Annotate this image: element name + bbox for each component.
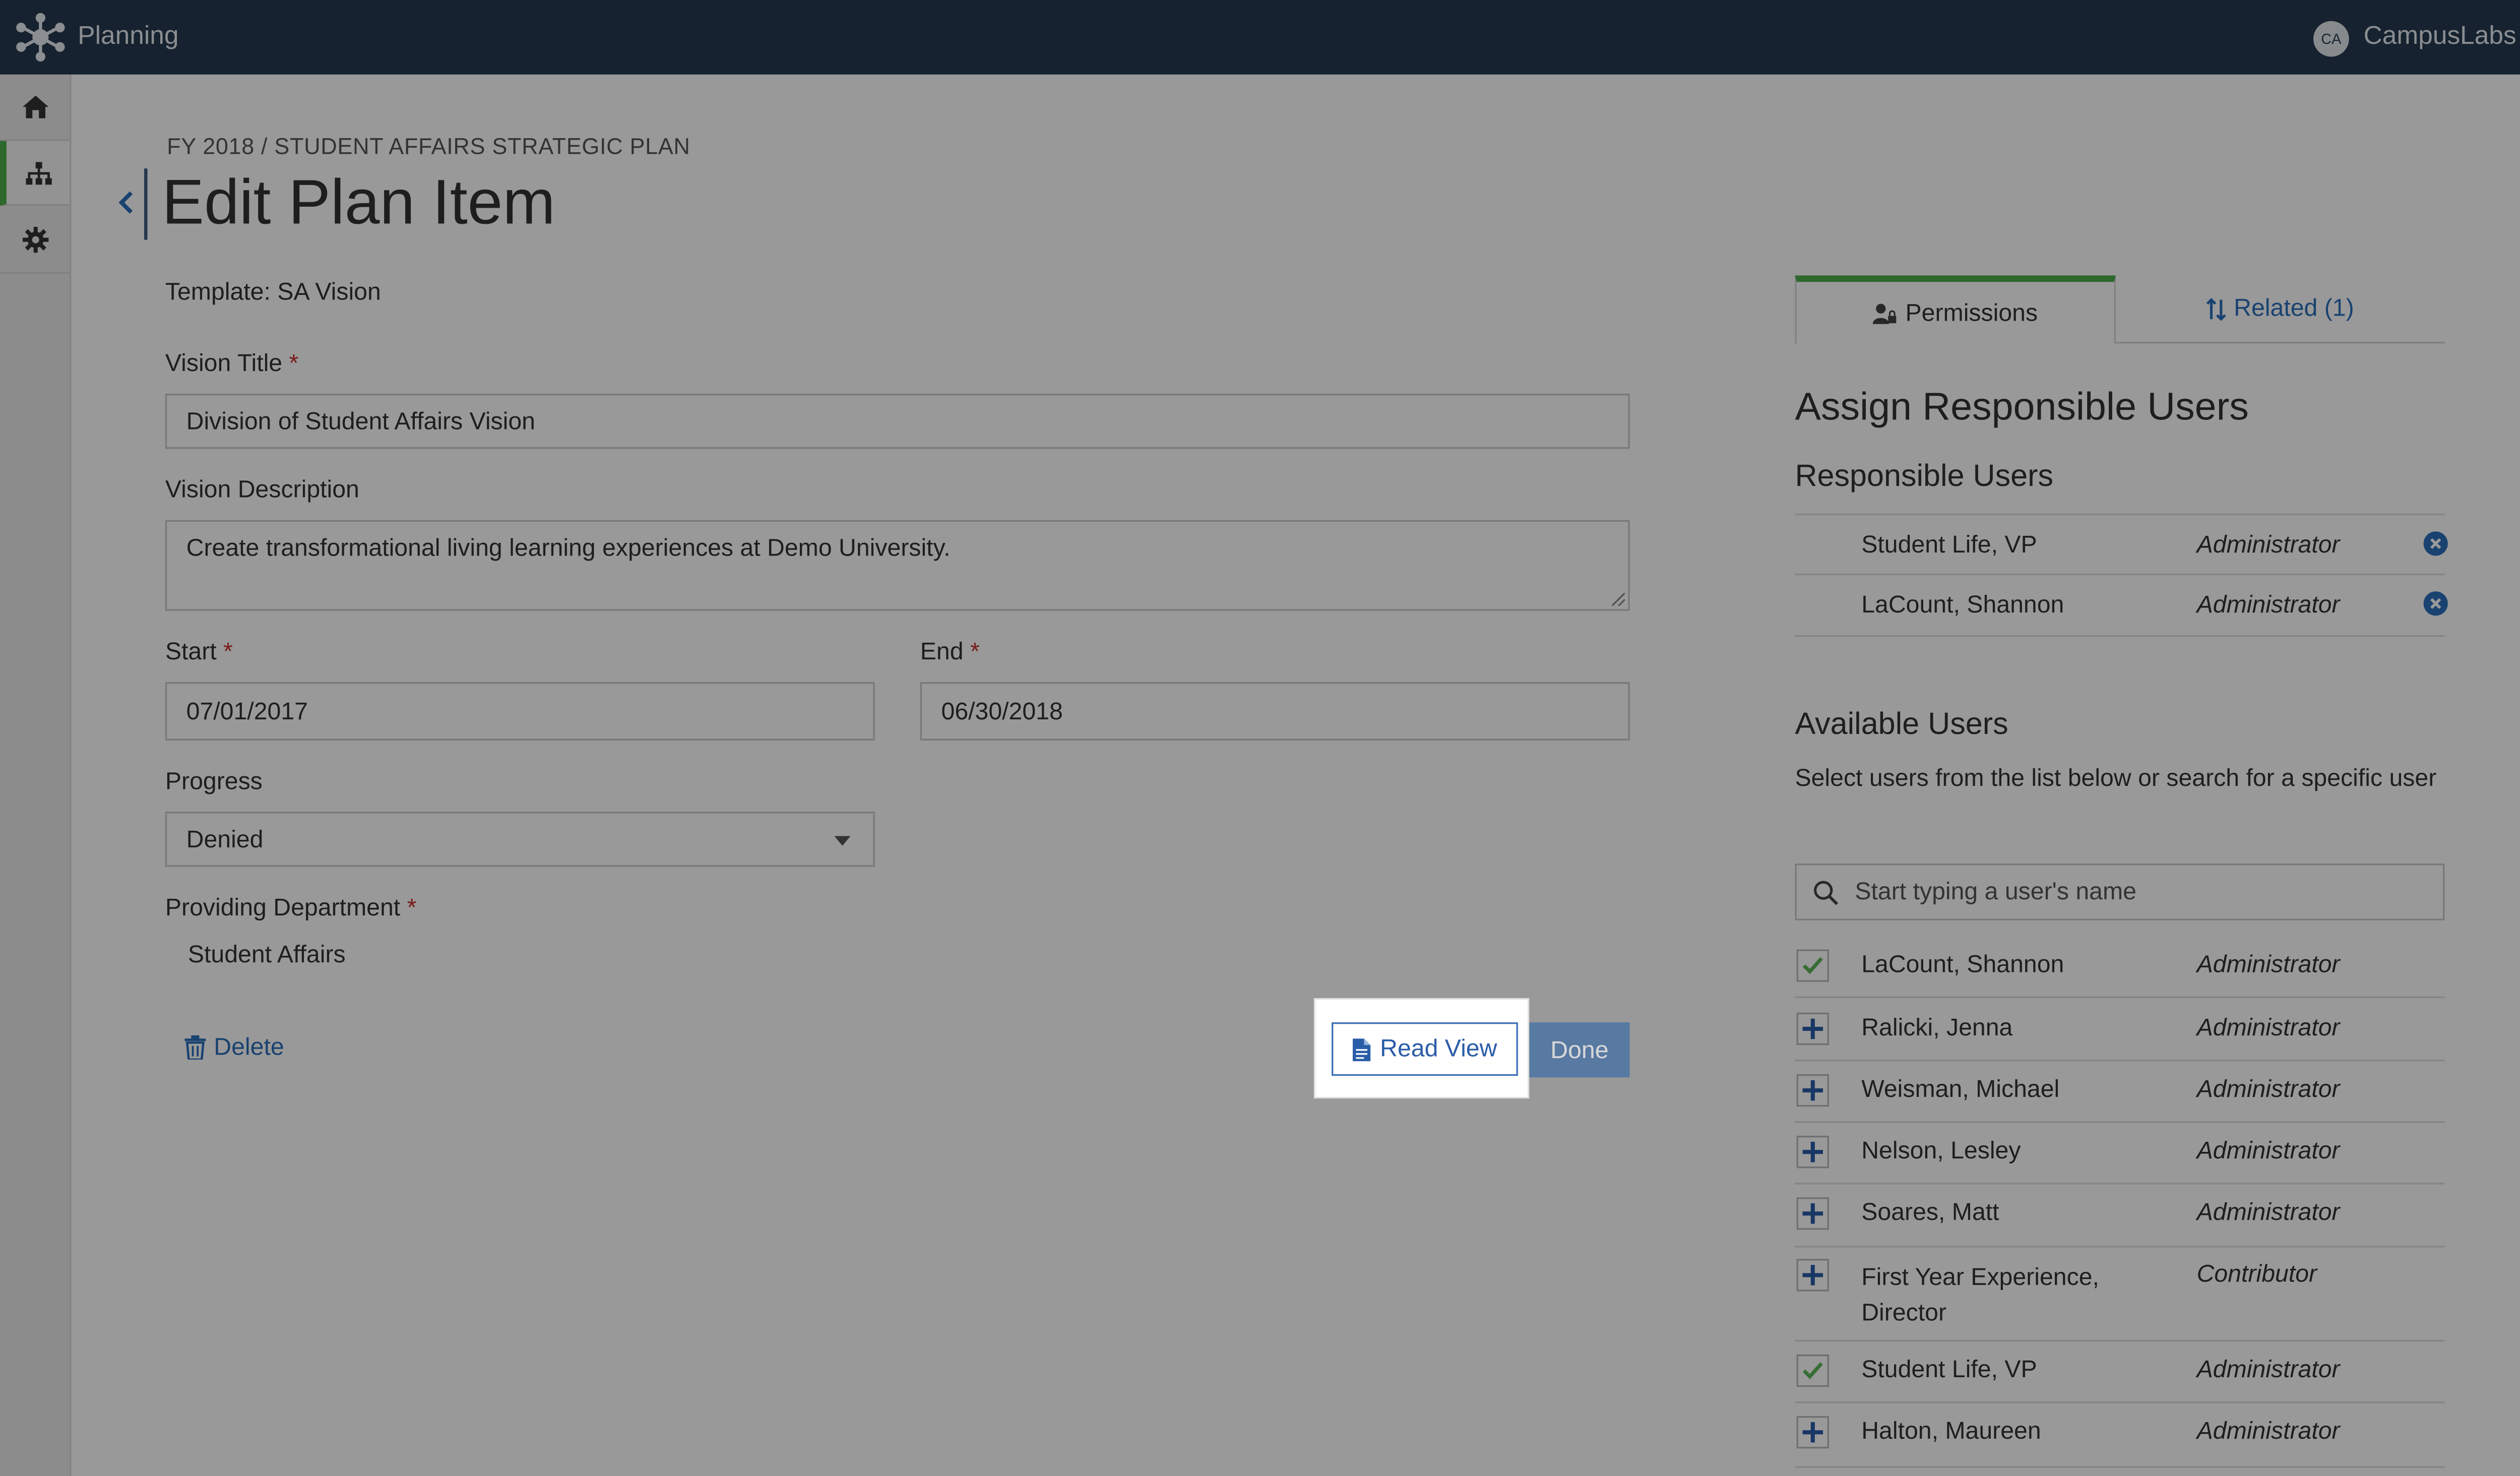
checked-checkbox-icon[interactable] xyxy=(1796,949,1829,982)
page-title: Edit Plan Item xyxy=(162,168,555,238)
available-user-row[interactable]: Nelson, Lesley Administrator xyxy=(1795,1123,2445,1185)
chevron-down-icon xyxy=(834,836,851,846)
available-user-row[interactable]: First Year Experience, Director Contribu… xyxy=(1795,1248,2445,1342)
user-name: First Year Experience, Director xyxy=(1861,1263,2099,1327)
user-name[interactable]: CampusLabs xyxy=(2364,23,2516,52)
tab-related[interactable]: Related (1) xyxy=(2115,275,2445,344)
planning-logo-icon[interactable] xyxy=(15,11,67,63)
done-button[interactable]: Done xyxy=(1529,1022,1630,1078)
available-user-row[interactable]: Weisman, Michael Administrator xyxy=(1795,1061,2445,1123)
progress-label: Progress xyxy=(165,768,263,796)
available-users-help: Select users from the list below or sear… xyxy=(1795,765,2437,792)
tab-permissions[interactable]: Permissions xyxy=(1795,275,2116,344)
add-user-icon[interactable] xyxy=(1796,1074,1829,1107)
tab-related-label: Related (1) xyxy=(2234,294,2354,323)
available-user-row[interactable]: Soares, Matt Administrator xyxy=(1795,1185,2445,1248)
user-name: Soares, Matt xyxy=(1861,1199,1999,1227)
user-name: Halton, Maureen xyxy=(1861,1418,2041,1445)
home-icon xyxy=(22,95,48,118)
user-name: Weisman, Michael xyxy=(1861,1076,2060,1103)
template-label: Template: SA Vision xyxy=(165,278,381,306)
sidebar xyxy=(0,74,72,1476)
user-avatar[interactable]: CA xyxy=(2313,21,2349,57)
user-role: Administrator xyxy=(2196,591,2340,619)
vision-title-label: Vision Title * xyxy=(165,350,299,378)
responsible-user-row: Student Life, VP Administrator xyxy=(1795,513,2448,576)
vision-description-label: Vision Description xyxy=(165,476,359,504)
available-user-row[interactable]: Halton, Maureen Administrator xyxy=(1795,1403,2445,1468)
trash-icon xyxy=(184,1035,206,1060)
back-chevron-icon[interactable] xyxy=(113,187,143,219)
vision-description-textarea[interactable]: Create transformational living learning … xyxy=(165,520,1630,611)
end-date-input[interactable]: 06/30/2018 xyxy=(920,682,1630,741)
user-role: Administrator xyxy=(2196,1199,2340,1227)
top-bar: Planning CA CampusLabs xyxy=(0,0,2520,75)
user-role: Administrator xyxy=(2196,1076,2340,1103)
remove-user-icon[interactable] xyxy=(2423,531,2448,556)
user-name: Ralicki, Jenna xyxy=(1861,1014,2013,1042)
user-search-input[interactable] xyxy=(1851,876,2409,907)
available-users-heading: Available Users xyxy=(1795,708,2008,743)
gear-icon xyxy=(22,226,48,253)
delete-button[interactable]: Delete xyxy=(184,1033,284,1062)
read-view-button[interactable]: Read View xyxy=(1332,1022,1518,1076)
available-user-row[interactable]: LaCount, Shannon Administrator xyxy=(1795,935,2445,998)
tab-permissions-label: Permissions xyxy=(1905,299,2038,327)
user-name: LaCount, Shannon xyxy=(1861,951,2064,979)
document-icon xyxy=(1352,1037,1370,1061)
user-search[interactable] xyxy=(1795,864,2445,920)
delete-label: Delete xyxy=(214,1033,284,1062)
progress-select[interactable]: Denied xyxy=(165,812,875,867)
vision-title-input[interactable]: Division of Student Affairs Vision xyxy=(165,394,1630,449)
responsible-users-heading: Responsible Users xyxy=(1795,460,2054,495)
user-name: LaCount, Shannon xyxy=(1861,591,2064,619)
breadcrumb[interactable]: FY 2018 / STUDENT AFFAIRS STRATEGIC PLAN xyxy=(167,133,690,159)
remove-user-icon[interactable] xyxy=(2423,591,2448,616)
user-role: Administrator xyxy=(2196,1014,2340,1042)
sidebar-item-home[interactable] xyxy=(0,75,70,141)
start-label: Start * xyxy=(165,638,233,666)
search-icon xyxy=(1814,880,1839,904)
resize-handle-icon[interactable] xyxy=(1612,593,1625,606)
checked-checkbox-icon[interactable] xyxy=(1796,1354,1829,1387)
add-user-icon[interactable] xyxy=(1796,1197,1829,1230)
user-lock-icon xyxy=(1873,303,1897,324)
user-role: Administrator xyxy=(2196,1137,2340,1165)
add-user-icon[interactable] xyxy=(1796,1136,1829,1168)
read-view-label: Read View xyxy=(1380,1035,1497,1063)
sidebar-item-settings[interactable] xyxy=(0,207,70,274)
end-label: End * xyxy=(920,638,980,666)
user-role: Contributor xyxy=(2196,1260,2317,1288)
user-role: Administrator xyxy=(2196,1418,2340,1445)
add-user-icon[interactable] xyxy=(1796,1416,1829,1449)
user-role: Administrator xyxy=(2196,531,2340,559)
user-role: Administrator xyxy=(2196,1356,2340,1384)
available-user-row[interactable]: Ralicki, Jenna Administrator xyxy=(1795,998,2445,1062)
providing-department-value: Student Affairs xyxy=(187,941,346,969)
title-divider xyxy=(144,168,148,240)
available-user-row[interactable]: Student Life, VP Administrator xyxy=(1795,1341,2445,1403)
app-title: Planning xyxy=(78,22,179,50)
sort-arrows-icon xyxy=(2206,297,2226,320)
user-name: Nelson, Lesley xyxy=(1861,1137,2021,1165)
start-date-input[interactable]: 07/01/2017 xyxy=(165,682,875,741)
add-user-icon[interactable] xyxy=(1796,1012,1829,1046)
add-user-icon[interactable] xyxy=(1796,1259,1829,1291)
user-name: Student Life, VP xyxy=(1861,531,2037,559)
providing-department-label: Providing Department * xyxy=(165,894,417,922)
user-role: Administrator xyxy=(2196,951,2340,979)
user-name: Student Life, VP xyxy=(1861,1356,2037,1384)
hierarchy-icon xyxy=(25,161,51,184)
sidebar-item-plans[interactable] xyxy=(0,141,70,206)
assign-heading: Assign Responsible Users xyxy=(1795,385,2249,429)
responsible-user-row: LaCount, Shannon Administrator xyxy=(1795,575,2448,637)
